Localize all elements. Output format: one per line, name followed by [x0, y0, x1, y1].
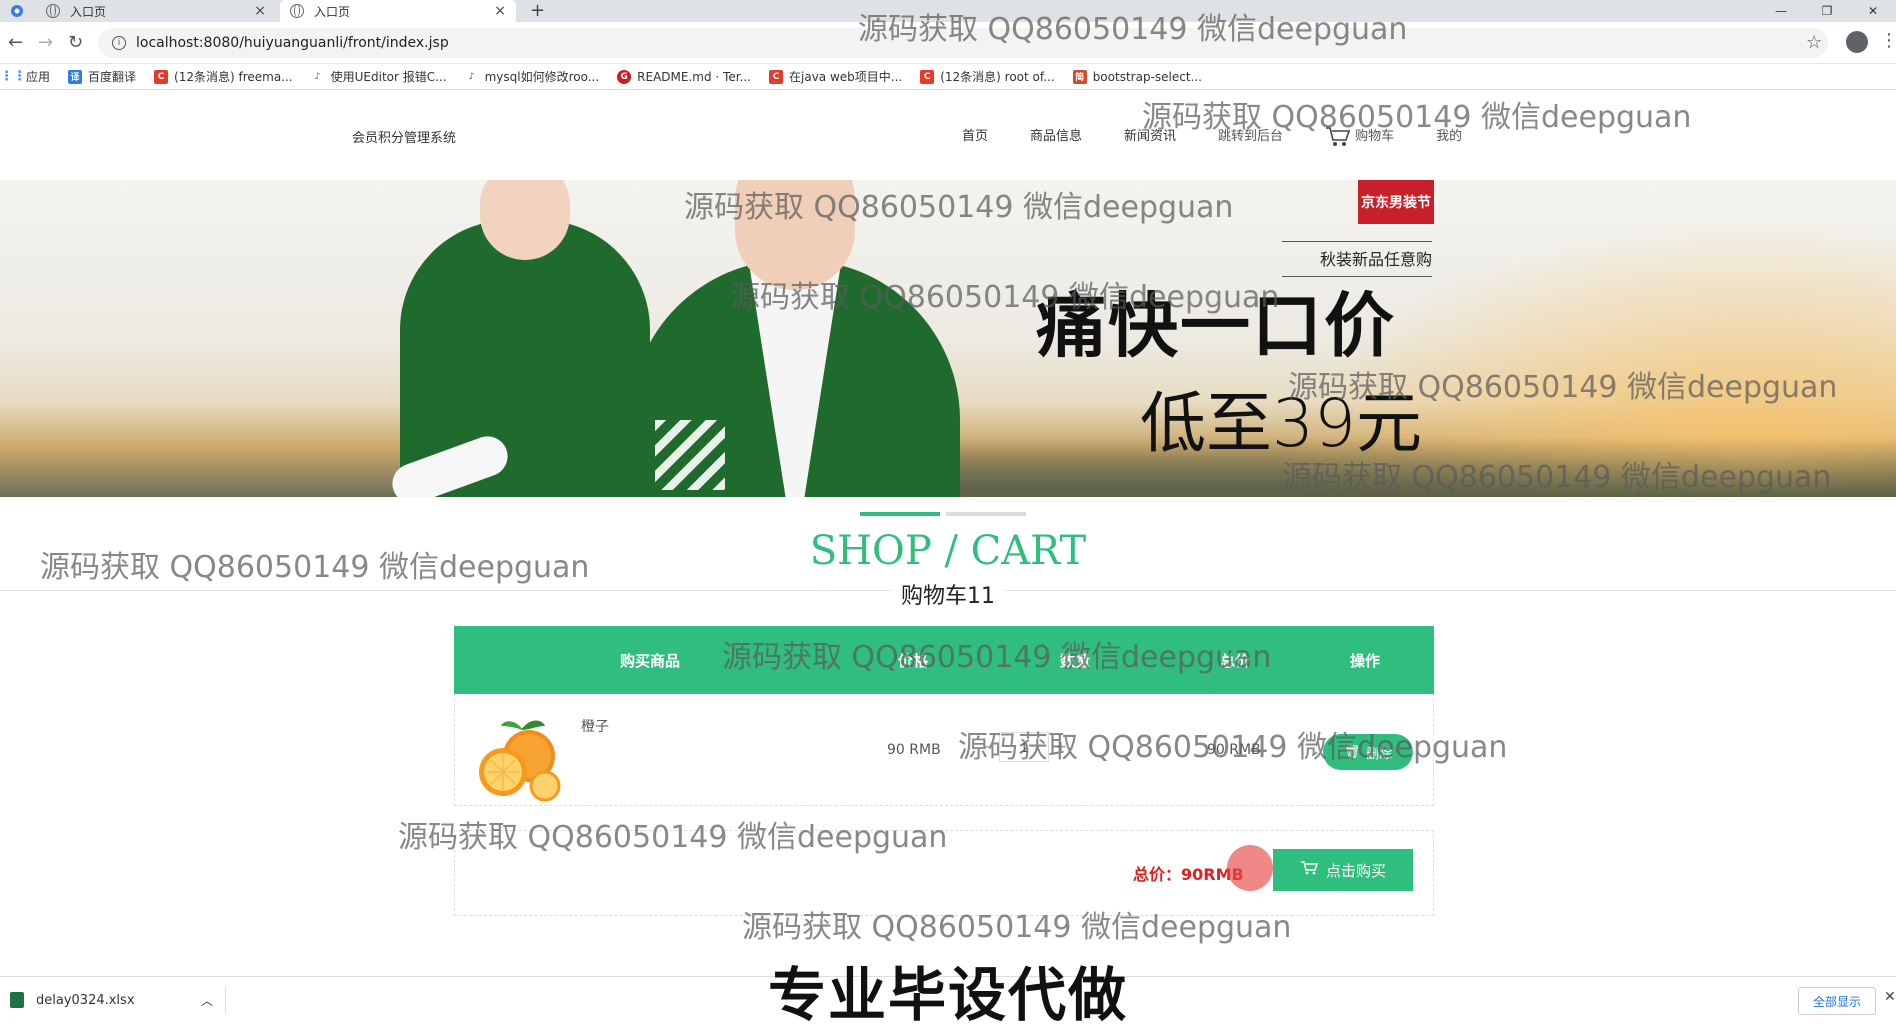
- delete-label: 删除: [1366, 746, 1393, 762]
- nav-mine[interactable]: 我的: [1436, 125, 1462, 148]
- decrement-button[interactable]: -: [975, 739, 999, 755]
- browser-tabstrip: 入口页 × 入口页 × + — ❐ ✕: [0, 0, 1896, 22]
- new-tab-button[interactable]: +: [530, 0, 545, 21]
- section-title: SHOP / CART: [809, 528, 1087, 574]
- main-nav: 首页 商品信息 新闻资讯 跳转到后台 购物车 我的: [962, 125, 1504, 148]
- nav-cart-label: 购物车: [1355, 129, 1395, 144]
- restore-button[interactable]: ❐: [1804, 0, 1850, 22]
- tab-entry-1[interactable]: 入口页 ×: [36, 0, 276, 22]
- tab-label: 入口页: [70, 4, 107, 19]
- col-quantity: 数量: [1060, 652, 1091, 670]
- product-name[interactable]: 橙子: [581, 716, 609, 736]
- quantity-stepper: - +: [975, 732, 1073, 762]
- cart-icon: [1300, 861, 1319, 879]
- minimize-button[interactable]: —: [1758, 0, 1804, 22]
- jianshu-icon: 简: [1072, 69, 1087, 84]
- section-subtitle-text: 购物车11: [891, 584, 1005, 609]
- promo-badge: 京东男装节: [1358, 180, 1434, 224]
- bookmark-item[interactable]: C (12条消息) freema...: [154, 68, 293, 85]
- section-subtitle: 购物车11: [0, 578, 1896, 610]
- pagination-dot-active[interactable]: [860, 512, 940, 516]
- site-header: 会员积分管理系统 首页 商品信息 新闻资讯 跳转到后台 购物车 我的: [0, 91, 1896, 180]
- product-price: 90 RMB: [887, 742, 941, 758]
- site-icon: ♪: [314, 71, 321, 82]
- back-arrow-icon[interactable]: ←: [8, 32, 23, 53]
- delete-button[interactable]: 🗑 删除: [1323, 734, 1413, 770]
- sleeve-stripes: [655, 420, 725, 490]
- tab-label: 入口页: [314, 4, 351, 19]
- csdn-icon: C: [769, 69, 783, 84]
- orange-product-image[interactable]: [473, 712, 569, 802]
- promo-headline: 痛快一口价: [1036, 285, 1396, 367]
- browser-app-icon: [6, 2, 28, 20]
- cart-icon: [1325, 126, 1351, 148]
- bookmark-item[interactable]: G README.md · Ter...: [617, 69, 751, 84]
- account-avatar-icon[interactable]: [1846, 31, 1868, 53]
- bookmarks-bar: ⋮⋮ 应用 译 百度翻译 C (12条消息) freema... ♪ 使用UEd…: [0, 64, 1896, 90]
- pagination-dot[interactable]: [946, 512, 1026, 516]
- bookmark-item[interactable]: ♪ 使用UEditor 报错C...: [311, 68, 447, 85]
- bookmark-item[interactable]: 译 百度翻译: [68, 68, 136, 85]
- promo-banner[interactable]: 京东男装节 秋装新品任意购 痛快一口价 低至39元: [0, 180, 1896, 497]
- address-bar: ← → ↻ i localhost:8080/huiyuanguanli/fro…: [0, 22, 1896, 64]
- nav-news[interactable]: 新闻资讯: [1124, 125, 1176, 148]
- bookmark-label: 在java web项目中...: [789, 70, 903, 84]
- product-total: 90 RMB: [1207, 742, 1261, 758]
- bookmark-item[interactable]: C (12条消息) root of...: [920, 68, 1055, 85]
- nav-cart[interactable]: 购物车: [1325, 125, 1394, 148]
- browser-menu-icon[interactable]: ⋮: [1880, 30, 1896, 51]
- col-product: 购买商品: [620, 652, 681, 670]
- col-price: 价格: [898, 652, 929, 670]
- site-icon: ♪: [468, 71, 475, 82]
- bookmark-label: mysql如何修改roo...: [484, 70, 600, 84]
- cart-table-header: 购买商品 价格 数量 总价 操作: [454, 626, 1434, 694]
- bookmark-star-icon[interactable]: ☆: [1806, 32, 1822, 53]
- bookmark-label: bootstrap-select...: [1092, 69, 1202, 84]
- close-icon[interactable]: ×: [254, 3, 266, 19]
- cursor-highlight: [1227, 845, 1273, 891]
- baidu-translate-icon: 译: [68, 69, 83, 84]
- watermark-banner: 专业毕设代做: [767, 961, 1128, 1029]
- close-icon[interactable]: ×: [494, 3, 506, 19]
- nav-products[interactable]: 商品信息: [1030, 125, 1082, 148]
- buy-button[interactable]: 点击购买: [1273, 849, 1413, 891]
- bookmark-label: 应用: [26, 70, 51, 84]
- site-logo[interactable]: 会员积分管理系统: [352, 127, 456, 146]
- nav-admin[interactable]: 跳转到后台: [1218, 125, 1283, 148]
- csdn-icon: C: [920, 69, 935, 84]
- globe-icon: [46, 4, 60, 18]
- trash-icon: 🗑: [1343, 744, 1361, 760]
- window-close-button[interactable]: ✕: [1850, 0, 1896, 22]
- bookmark-label: README.md · Ter...: [637, 69, 751, 84]
- col-total: 总价: [1220, 652, 1251, 670]
- url-field[interactable]: i localhost:8080/huiyuanguanli/front/ind…: [98, 28, 1828, 58]
- window-controls: — ❐ ✕: [1758, 0, 1896, 22]
- buy-label: 点击购买: [1325, 861, 1386, 880]
- cart-summary: 总价：90RMB 点击购买: [454, 830, 1434, 916]
- url-text: localhost:8080/huiyuanguanli/front/index…: [136, 35, 449, 51]
- bookmark-apps[interactable]: ⋮⋮ 应用: [0, 68, 51, 85]
- bookmark-label: 使用UEditor 报错C...: [330, 70, 447, 84]
- csdn-icon: C: [154, 69, 169, 84]
- quantity-input[interactable]: [999, 732, 1049, 762]
- increment-button[interactable]: +: [1049, 739, 1073, 755]
- banner-pagination: [860, 512, 1032, 516]
- table-row: 橙子 90 RMB - + 90 RMB 🗑 删除: [454, 694, 1434, 806]
- globe-icon: [290, 4, 304, 18]
- bookmark-label: 百度翻译: [88, 70, 137, 84]
- tab-entry-2[interactable]: 入口页 ×: [280, 0, 516, 22]
- promo-price: 低至39元: [1140, 385, 1422, 462]
- bookmark-label: (12条消息) freema...: [174, 70, 293, 84]
- forward-arrow-icon[interactable]: →: [38, 32, 53, 53]
- reload-icon[interactable]: ↻: [68, 32, 83, 53]
- apps-grid-icon: ⋮⋮: [0, 69, 26, 84]
- col-action: 操作: [1350, 652, 1381, 670]
- gitee-icon: G: [617, 69, 632, 84]
- bookmark-item[interactable]: ♪ mysql如何修改roo...: [465, 68, 600, 85]
- info-icon[interactable]: i: [112, 36, 126, 50]
- bookmark-label: (12条消息) root of...: [940, 70, 1055, 84]
- nav-home[interactable]: 首页: [962, 125, 988, 148]
- bookmark-item[interactable]: 简 bootstrap-select...: [1072, 69, 1202, 84]
- bookmark-item[interactable]: C 在java web项目中...: [769, 68, 902, 85]
